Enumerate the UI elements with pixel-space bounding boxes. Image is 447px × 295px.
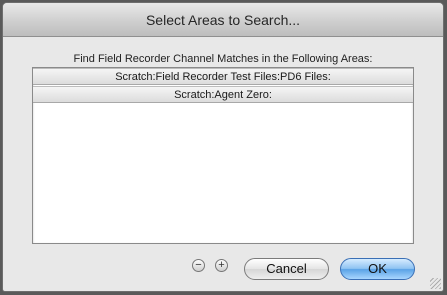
- search-areas-prompt: Find Field Recorder Channel Matches in t…: [73, 53, 373, 65]
- ok-button[interactable]: OK: [340, 258, 415, 280]
- dialog-title: Select Areas to Search...: [3, 3, 443, 37]
- list-item[interactable]: Scratch:Agent Zero:: [33, 86, 413, 103]
- add-area-button[interactable]: +: [215, 259, 228, 272]
- cancel-button[interactable]: Cancel: [244, 258, 329, 280]
- select-areas-dialog: Select Areas to Search... Find Field Rec…: [2, 2, 444, 292]
- resize-grip-icon[interactable]: [430, 278, 441, 289]
- search-areas-list[interactable]: Scratch:Field Recorder Test Files:PD6 Fi…: [32, 67, 414, 244]
- plus-icon: +: [218, 259, 225, 271]
- minus-icon: −: [195, 259, 202, 271]
- remove-area-button[interactable]: −: [192, 259, 205, 272]
- list-item[interactable]: Scratch:Field Recorder Test Files:PD6 Fi…: [33, 68, 413, 85]
